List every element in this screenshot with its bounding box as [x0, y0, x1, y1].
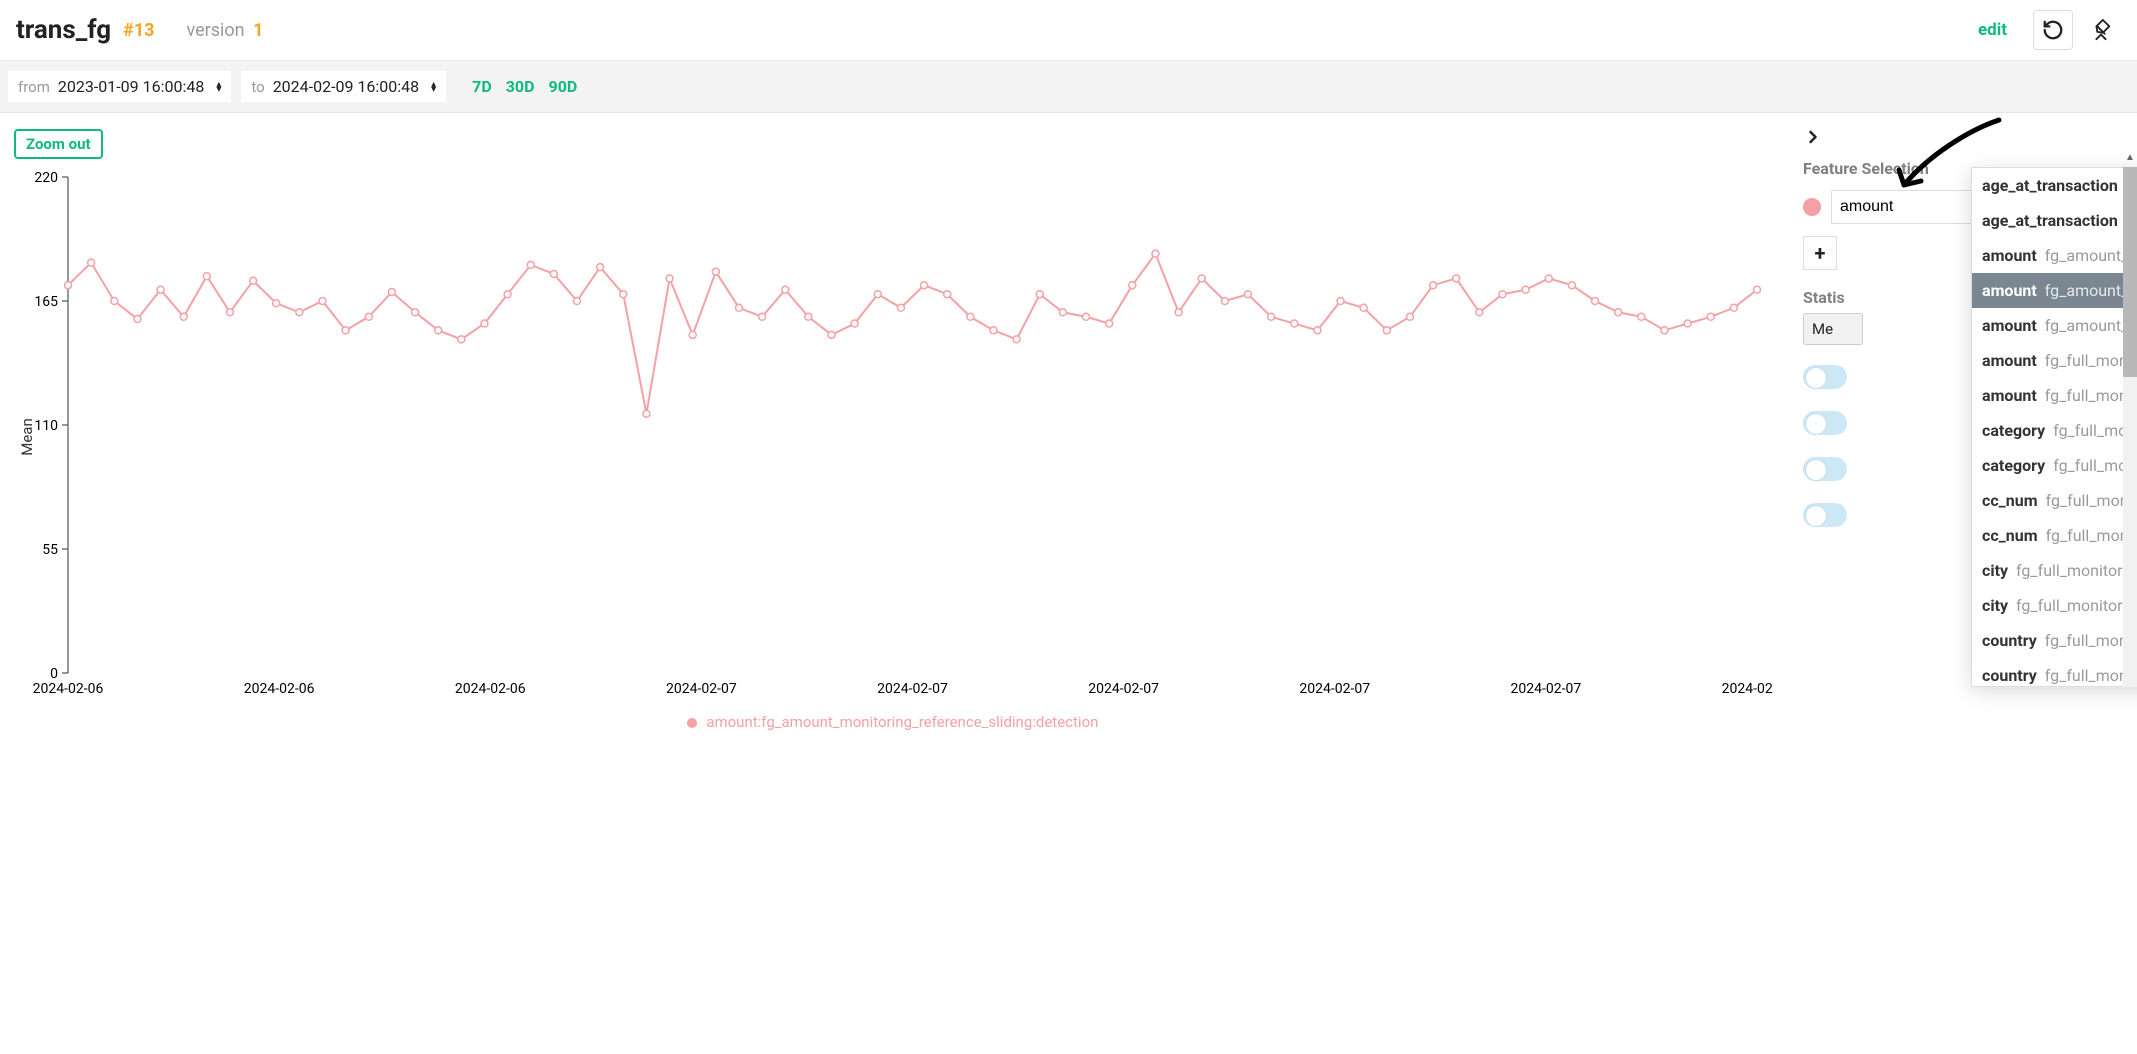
line-chart: 0 55 110 165 220 2024-02-06 2024-02-06 2024-02-…	[12, 167, 1773, 707]
chart-legend: amount:fg_amount_monitoring_reference_sl…	[12, 713, 1773, 731]
page-title: trans_fg	[16, 15, 111, 45]
quick-range-7d[interactable]: 7D	[472, 77, 492, 96]
dropdown-option[interactable]: age_at_transactionfg_full_monitoring_sli…	[1972, 203, 2137, 238]
chevron-right-icon	[1803, 127, 1823, 147]
toggle-2[interactable]	[1803, 411, 1847, 435]
dropdown-option[interactable]: amountfg_amount_feature_monitoring	[1972, 238, 2137, 273]
svg-text:0: 0	[50, 666, 58, 682]
quick-range-group: 7D 30D 90D	[472, 77, 577, 96]
feature-dropdown-list[interactable]: age_at_transactionfg_full_monitoringage_…	[1971, 167, 2137, 687]
side-panel: Feature Selection + Statis Me ag	[1785, 113, 2137, 751]
svg-text:2024-02-07: 2024-02-07	[666, 681, 737, 697]
toggle-1[interactable]	[1803, 365, 1847, 389]
svg-text:2024-02-07: 2024-02-07	[1511, 681, 1582, 697]
dropdown-option[interactable]: categoryfg_full_monitoring_sliding	[1972, 448, 2137, 483]
dropdown-option[interactable]: amountfg_full_monitoring	[1972, 343, 2137, 378]
svg-text:110: 110	[34, 418, 58, 434]
dropdown-option[interactable]: cityfg_full_monitoring	[1972, 553, 2137, 588]
add-feature-button[interactable]: +	[1803, 236, 1837, 270]
y-axis-label: Mean	[18, 418, 36, 456]
svg-text:2024-02-06: 2024-02-06	[244, 681, 315, 697]
pin-button[interactable]	[2081, 10, 2121, 50]
dropdown-option[interactable]: amountfg_amount_monitoring_reference_val…	[1972, 308, 2137, 343]
svg-text:2024-02-07: 2024-02-07	[1299, 681, 1370, 697]
refresh-icon	[2042, 19, 2064, 41]
chart-panel: Zoom out Mean 0 55 110 165 220 2024-02-06 2024…	[0, 113, 1785, 751]
series-color-swatch	[1803, 198, 1821, 216]
quick-range-30d[interactable]: 30D	[506, 77, 535, 96]
scrollbar-thumb[interactable]	[2123, 167, 2137, 377]
entity-id-tag: #13	[123, 20, 154, 41]
svg-text:2024-02-06: 2024-02-06	[33, 681, 104, 697]
statistic-select[interactable]: Me	[1803, 313, 1863, 345]
from-date-value: 2023-01-09 16:00:48	[58, 77, 204, 96]
dropdown-option[interactable]: age_at_transactionfg_full_monitoring	[1972, 168, 2137, 203]
refresh-button[interactable]	[2033, 10, 2073, 50]
zoom-out-button[interactable]: Zoom out	[14, 129, 103, 159]
svg-text:2024-02-06: 2024-02-06	[455, 681, 526, 697]
svg-text:2024-02-07: 2024-02-07	[877, 681, 948, 697]
to-date-picker[interactable]: to 2024-02-09 16:00:48 ▴▾	[241, 71, 446, 102]
version-label: version 1	[187, 20, 264, 41]
svg-text:165: 165	[34, 294, 58, 310]
dropdown-option[interactable]: cityfg_full_monitoring_sliding	[1972, 588, 2137, 623]
dropdown-scrollbar[interactable]: ▲	[2123, 167, 2137, 687]
toggle-4[interactable]	[1803, 503, 1847, 527]
dropdown-option[interactable]: countryfg_full_monitoring_sliding	[1972, 658, 2137, 687]
date-toolbar: from 2023-01-09 16:00:48 ▴▾ to 2024-02-0…	[0, 61, 2137, 113]
quick-range-90d[interactable]: 90D	[549, 77, 578, 96]
dropdown-option[interactable]: cc_numfg_full_monitoring_sliding	[1972, 518, 2137, 553]
to-date-value: 2024-02-09 16:00:48	[273, 77, 419, 96]
stepper-icon: ▴▾	[431, 82, 436, 92]
stepper-icon: ▴▾	[216, 82, 221, 92]
header-bar: trans_fg #13 version 1 edit	[0, 0, 2137, 61]
dropdown-option[interactable]: amountfg_amount_monitoring_reference_sli…	[1972, 273, 2137, 308]
svg-text:2024-02-07: 2024-02-07	[1722, 681, 1773, 697]
from-date-picker[interactable]: from 2023-01-09 16:00:48 ▴▾	[8, 71, 231, 102]
dropdown-option[interactable]: categoryfg_full_monitoring	[1972, 413, 2137, 448]
dropdown-option[interactable]: amountfg_full_monitoring_sliding	[1972, 378, 2137, 413]
svg-text:2024-02-07: 2024-02-07	[1088, 681, 1159, 697]
dropdown-option[interactable]: cc_numfg_full_monitoring	[1972, 483, 2137, 518]
svg-text:55: 55	[42, 542, 58, 558]
collapse-panel-button[interactable]	[1803, 127, 2119, 151]
pin-icon	[2090, 19, 2112, 41]
toggle-3[interactable]	[1803, 457, 1847, 481]
legend-label: amount:fg_amount_monitoring_reference_sl…	[706, 713, 1098, 731]
svg-text:220: 220	[34, 170, 58, 186]
legend-dot-icon	[687, 718, 697, 728]
edit-button[interactable]: edit	[1978, 20, 2007, 40]
dropdown-option[interactable]: countryfg_full_monitoring	[1972, 623, 2137, 658]
version-number: 1	[253, 20, 263, 41]
